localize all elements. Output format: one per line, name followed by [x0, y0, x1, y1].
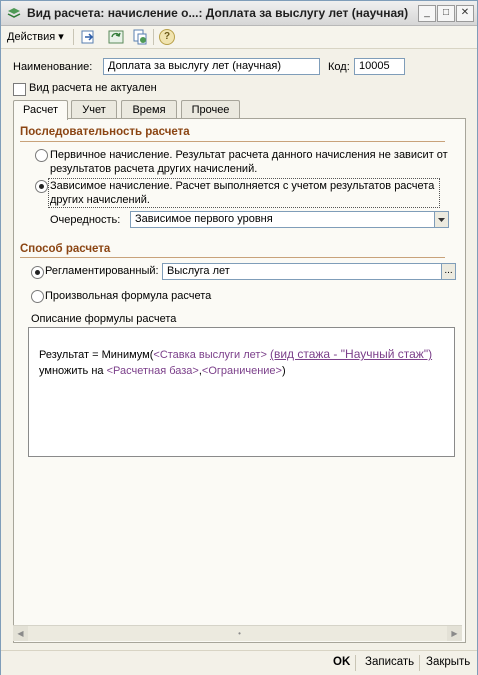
- section-divider: [20, 257, 445, 258]
- maximize-button[interactable]: □: [437, 5, 455, 22]
- code-field[interactable]: 10005: [354, 58, 405, 75]
- section-divider: [20, 141, 445, 142]
- formula-prefix: Результат = Минимум(: [39, 349, 154, 361]
- button-separator: [355, 655, 356, 671]
- formula-base: <Расчетная база>: [106, 365, 199, 377]
- free-formula-label: Произвольная формула расчета: [45, 290, 212, 302]
- actions-label: Действия: [7, 31, 56, 43]
- inactive-label: Вид расчета не актуален: [29, 82, 157, 94]
- toolbar-separator: [73, 29, 74, 45]
- formula-suffix: ): [281, 365, 286, 377]
- save-button[interactable]: Записать: [365, 656, 414, 668]
- order-label: Очередность:: [50, 214, 121, 226]
- close-button[interactable]: Закрыть: [426, 656, 470, 668]
- tab-accounting[interactable]: Учет: [71, 100, 117, 119]
- sequence-section-title: Последовательность расчета: [20, 126, 190, 138]
- inactive-checkbox[interactable]: [13, 83, 26, 96]
- tab-other[interactable]: Прочее: [181, 100, 240, 119]
- help-icon[interactable]: ?: [159, 29, 175, 45]
- toolbar: Действия ▾ ?: [1, 26, 477, 49]
- minimize-button[interactable]: _: [418, 5, 436, 22]
- order-select[interactable]: Зависимое первого уровня: [130, 211, 436, 228]
- move-to-folder-icon[interactable]: [80, 29, 96, 45]
- chevron-down-icon: ▾: [58, 31, 64, 43]
- regulated-label: Регламентированный:: [45, 265, 159, 277]
- dependent-accrual-radio[interactable]: [35, 180, 48, 193]
- dependent-accrual-label-line1: Зависимое начисление. Расчет выполняется…: [50, 180, 435, 192]
- formula-multiply: умножить на: [39, 365, 104, 377]
- primary-accrual-label-line1: Первичное начисление. Результат расчета …: [50, 149, 448, 161]
- toolbar-separator: [153, 29, 154, 45]
- name-label: Наименование:: [13, 61, 93, 73]
- select-ellipsis-button[interactable]: ...: [441, 263, 456, 280]
- free-formula-radio[interactable]: [31, 290, 44, 303]
- chevron-down-icon: [438, 218, 445, 222]
- form-window: Вид расчета: начисление о...: Доплата за…: [0, 0, 478, 675]
- refresh-icon[interactable]: [108, 29, 124, 45]
- code-label: Код:: [328, 61, 350, 73]
- primary-accrual-radio[interactable]: [35, 149, 48, 162]
- button-separator: [419, 655, 420, 671]
- window-title: Вид расчета: начисление о...: Доплата за…: [27, 6, 409, 20]
- method-section-title: Способ расчета: [20, 243, 111, 255]
- formula-rate: <Ставка выслуги лет>: [153, 349, 267, 361]
- ok-button[interactable]: OK: [333, 656, 350, 668]
- formula-description-area[interactable]: Результат = Минимум(<Ставка выслуги лет>…: [28, 327, 455, 457]
- name-field[interactable]: Доплата за выслугу лет (научная): [103, 58, 320, 75]
- regulated-field[interactable]: Выслуга лет: [162, 263, 442, 280]
- bottom-button-bar: OK Записать Закрыть: [1, 650, 477, 675]
- order-dropdown-button[interactable]: [434, 211, 449, 228]
- regulated-radio[interactable]: [31, 266, 44, 279]
- scroll-left-icon[interactable]: ◀: [13, 626, 28, 641]
- formula-text: Результат = Минимум(<Ставка выслуги лет>…: [39, 346, 439, 379]
- scroll-thumb-grip[interactable]: •: [235, 626, 244, 641]
- tab-calculation[interactable]: Расчет: [13, 100, 68, 120]
- close-window-button[interactable]: ✕: [456, 5, 474, 22]
- scroll-right-icon[interactable]: ▶: [447, 626, 462, 641]
- actions-menu-button[interactable]: Действия ▾: [7, 30, 64, 43]
- formula-limit: <Ограничение>: [201, 365, 282, 377]
- seniority-type-link[interactable]: (вид стажа - "Научный стаж"): [270, 347, 432, 361]
- tab-time[interactable]: Время: [121, 100, 177, 119]
- calculation-type-icon: [7, 8, 21, 18]
- title-bar: Вид расчета: начисление о...: Доплата за…: [1, 1, 477, 26]
- dependent-accrual-label-line2: других начислений.: [50, 194, 150, 206]
- formula-description-label: Описание формулы расчета: [31, 313, 177, 325]
- copy-document-icon[interactable]: [132, 29, 148, 45]
- primary-accrual-label-line2: результатов расчета других начислений.: [50, 163, 258, 175]
- horizontal-scrollbar[interactable]: ◀ • ▶: [13, 625, 462, 641]
